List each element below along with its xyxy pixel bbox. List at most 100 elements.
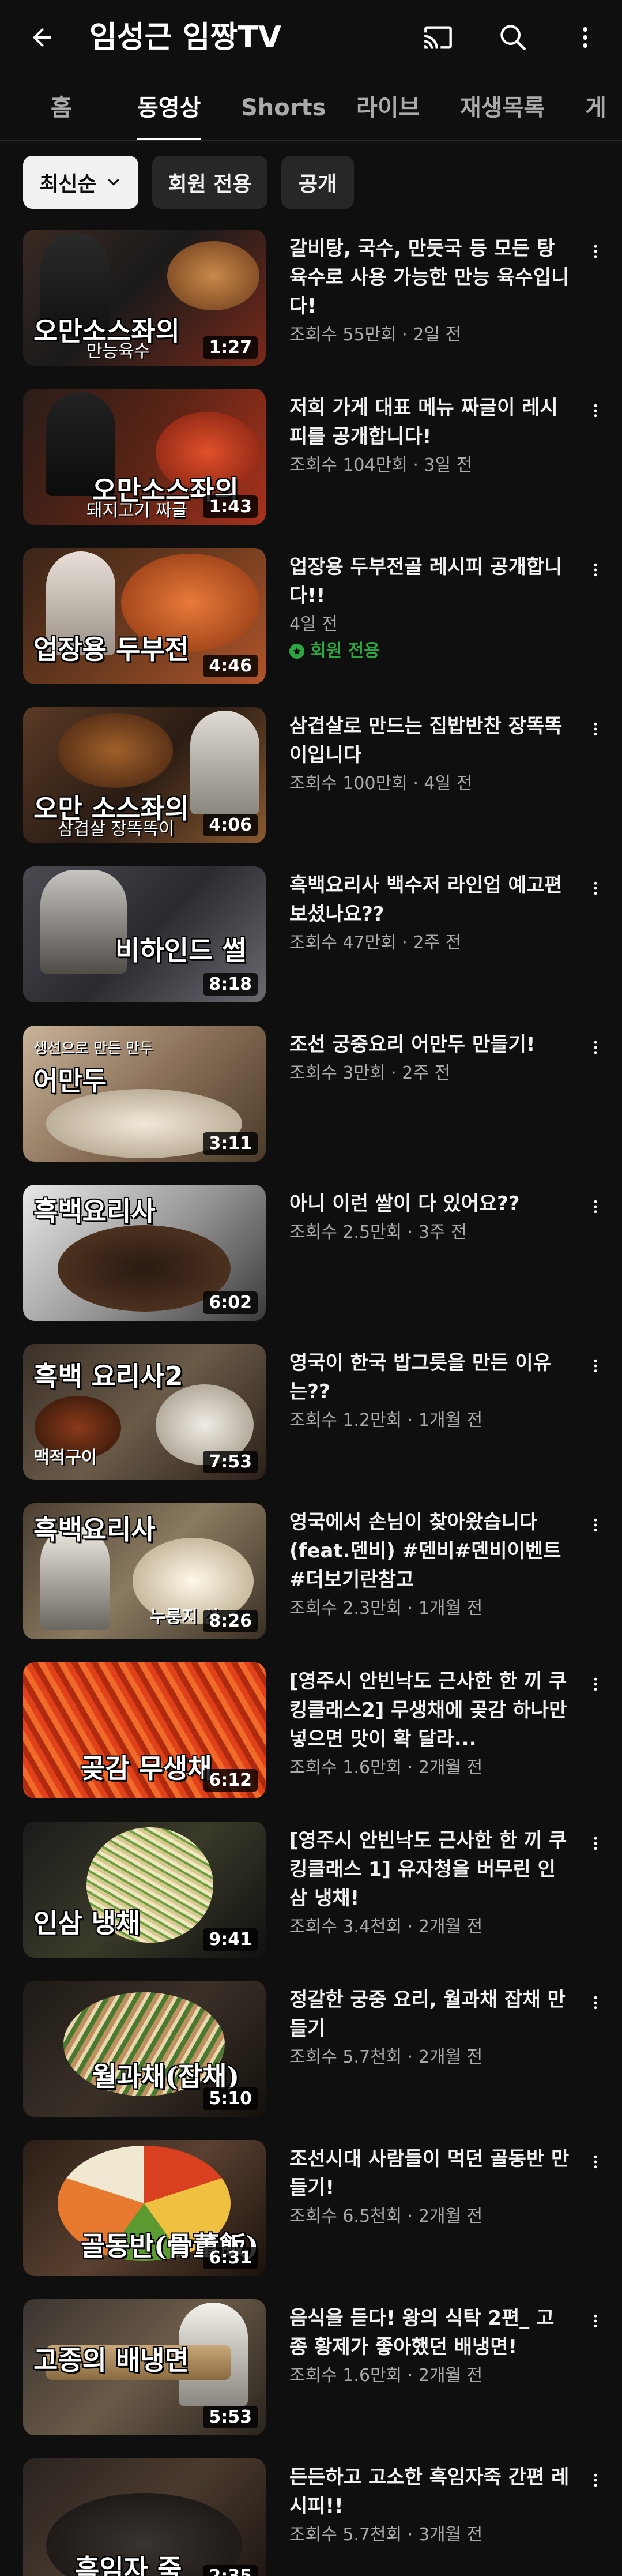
members-star-icon [289,644,304,659]
more-vert-icon[interactable] [584,553,607,587]
back-arrow-icon[interactable] [22,17,62,58]
video-title[interactable]: 영국에서 손님이 찾아왔습니다(feat.덴비) #덴비#덴비이벤트#더보기란참… [289,1508,572,1594]
video-stats: 조회수 47만회 · 2주 전 [289,933,462,953]
video-title[interactable]: 저희 가게 대표 메뉴 짜글이 레시피를 공개합니다! [289,393,572,451]
search-icon[interactable] [493,17,533,58]
video-item[interactable]: 업장용 두부전 4:46 업장용 두부전골 레시피 공개합니다!! 4일 전 회… [0,548,622,686]
video-item[interactable]: 고종의 배냉면 5:53 음식을 듣다! 왕의 식탁 2편_ 고종 황제가 좋아… [0,2299,622,2438]
more-vert-icon[interactable] [584,1349,607,1383]
video-item[interactable]: 흑백요리사 누룽지 삼 8:26 영국에서 손님이 찾아왔습니다(feat.덴비… [0,1503,622,1642]
video-title[interactable]: [영주시 안빈낙도 근사한 한 끼 쿠킹클래스2] 무생채에 곶감 하나만 넣으… [289,1667,572,1753]
video-stats: 조회수 6.5천회 · 2개월 전 [289,2206,483,2226]
tab-community[interactable]: 게 [585,75,606,140]
video-title[interactable]: 영국이 한국 밥그릇을 만든 이유는?? [289,1349,572,1406]
video-thumbnail[interactable]: 흑백요리사 누룽지 삼 8:26 [23,1503,266,1639]
more-vert-icon[interactable] [565,17,605,58]
duration-badge: 1:43 [203,495,258,518]
video-thumbnail[interactable]: 업장용 두부전 4:46 [23,548,266,684]
video-item[interactable]: 골동반(骨董飯) 6:31 조선시대 사람들이 먹던 골동반 만들기! 조회수 … [0,2140,622,2278]
video-item[interactable]: 오만소스좌의 돼지고기 짜글 1:43 저희 가게 대표 메뉴 짜글이 레시피를… [0,389,622,527]
tab-live[interactable]: 라이브 [356,75,420,140]
thumbnail-caption: 곶감 무생채 [81,1753,212,1784]
duration-badge: 1:27 [203,336,258,359]
video-item[interactable]: 월과채(잡채) 5:10 정갈한 궁중 요리, 월과채 잡채 만들기 조회수 5… [0,1981,622,2119]
video-stats: 조회수 5.7천회 · 2개월 전 [289,2047,483,2067]
thumbnail-subcaption: 만능육수 [86,341,150,362]
video-thumbnail[interactable]: 흑백 요리사2 맥적구이 7:53 [23,1344,266,1480]
cast-icon[interactable] [418,17,458,58]
video-title[interactable]: 음식을 듣다! 왕의 식탁 2편_ 고종 황제가 좋아했던 배냉면! [289,2304,572,2361]
duration-badge: 6:31 [203,2247,258,2269]
video-title[interactable]: 업장용 두부전골 레시피 공개합니다!! [289,553,572,610]
video-item[interactable]: 어만두 생선으로 만든 만두 3:11 조선 궁중요리 어만두 만들기! 조회수… [0,1026,622,1164]
thumbnail-caption: 흑백 요리사2 [33,1361,183,1392]
duration-badge: 6:02 [203,1291,258,1314]
video-stats: 조회수 3.4천회 · 2개월 전 [289,1917,483,1937]
video-title[interactable]: 갈비탕, 국수, 만둣국 등 모든 탕 육수로 사용 가능한 만능 육수입니다! [289,234,572,321]
chip-latest[interactable]: 최신순 [23,156,138,209]
video-title[interactable]: 조선 궁중요리 어만두 만들기! [289,1030,572,1059]
more-vert-icon[interactable] [584,1826,607,1861]
video-thumbnail[interactable]: 인삼 냉채 9:41 [23,1822,266,1958]
thumbnail-caption: 고종의 배냉면 [33,2345,189,2376]
more-vert-icon[interactable] [584,712,607,746]
more-vert-icon[interactable] [584,1985,607,2020]
video-stats: 조회수 1.6만회 · 2개월 전 [289,2365,483,2386]
video-thumbnail[interactable]: 흑백요리사 6:02 [23,1185,266,1321]
video-thumbnail[interactable]: 고종의 배냉면 5:53 [23,2299,266,2435]
more-vert-icon[interactable] [584,2145,607,2179]
thumbnail-caption: 어만두 [33,1065,107,1097]
video-stats: 조회수 5.7천회 · 3개월 전 [289,2525,483,2545]
video-item[interactable]: 곶감 무생채 6:12 [영주시 안빈낙도 근사한 한 끼 쿠킹클래스2] 무생… [0,1662,622,1801]
chevron-down-icon [105,174,122,191]
video-thumbnail[interactable]: 오만소스좌의 돼지고기 짜글 1:43 [23,389,266,525]
tab-shorts[interactable]: Shorts [241,75,326,140]
tab-videos[interactable]: 동영상 [137,75,201,140]
more-vert-icon[interactable] [584,1030,607,1065]
tab-home[interactable]: 홈 [51,75,72,140]
video-item[interactable]: 흑백 요리사2 맥적구이 7:53 영국이 한국 밥그릇을 만든 이유는?? 조… [0,1344,622,1482]
chip-public[interactable]: 공개 [281,156,354,209]
video-thumbnail[interactable]: 골동반(骨董飯) 6:31 [23,2140,266,2276]
more-vert-icon[interactable] [584,871,607,906]
video-title[interactable]: 든든하고 고소한 흑임자죽 간편 레시피!! [289,2463,572,2521]
chip-members-only[interactable]: 회원 전용 [152,156,267,209]
tab-playlists[interactable]: 재생목록 [460,75,545,140]
filter-chips: 최신순 회원 전용 공개 [0,156,622,209]
more-vert-icon[interactable] [584,2304,607,2338]
video-item[interactable]: 흑백요리사 6:02 아니 이런 쌀이 다 있어요?? 조회수 2.5만회 · … [0,1185,622,1323]
video-stats: 4일 전 [289,614,338,634]
more-vert-icon[interactable] [584,1667,607,1702]
more-vert-icon[interactable] [584,1508,607,1542]
video-thumbnail[interactable]: 곶감 무생채 6:12 [23,1662,266,1798]
video-item[interactable]: 오만소스좌의 만능육수 1:27 갈비탕, 국수, 만둣국 등 모든 탕 육수로… [0,230,622,368]
video-item[interactable]: 오만 소스좌의 삼겹살 장똑똑이 4:06 삼겹살로 만드는 집밥반찬 장똑똑이… [0,707,622,846]
video-thumbnail[interactable]: 월과채(잡채) 5:10 [23,1981,266,2117]
duration-badge: 3:11 [203,1132,258,1155]
more-vert-icon[interactable] [584,234,607,269]
more-vert-icon[interactable] [584,393,607,428]
video-thumbnail[interactable]: 비하인드 썰 8:18 [23,866,266,1002]
video-title[interactable]: 흑백요리사 백수저 라인업 예고편 보셨나요?? [289,871,572,929]
video-thumbnail[interactable]: 오만 소스좌의 삼겹살 장똑똑이 4:06 [23,707,266,843]
video-stats: 조회수 104만회 · 3일 전 [289,455,473,475]
video-thumbnail[interactable]: 어만두 생선으로 만든 만두 3:11 [23,1026,266,1162]
video-title[interactable]: 정갈한 궁중 요리, 월과채 잡채 만들기 [289,1985,572,2043]
members-only-label: 회원 전용 [310,641,380,661]
video-stats: 조회수 1.6만회 · 2개월 전 [289,1758,483,1778]
video-item[interactable]: 흑임자 죽 2:35 든든하고 고소한 흑임자죽 간편 레시피!! 조회수 5.… [0,2458,622,2576]
duration-badge: 5:53 [203,2406,258,2428]
video-title[interactable]: 아니 이런 쌀이 다 있어요?? [289,1189,572,1218]
video-thumbnail[interactable]: 흑임자 죽 2:35 [23,2458,266,2576]
thumbnail-subcaption: 맥적구이 [33,1448,97,1468]
duration-badge: 9:41 [203,1928,258,1951]
video-thumbnail[interactable]: 오만소스좌의 만능육수 1:27 [23,230,266,366]
more-vert-icon[interactable] [584,2463,607,2498]
video-item[interactable]: 비하인드 썰 8:18 흑백요리사 백수저 라인업 예고편 보셨나요?? 조회수… [0,866,622,1005]
video-title[interactable]: [영주시 안빈낙도 근사한 한 끼 쿠킹클래스 1] 유자청을 버무린 인삼 냉… [289,1826,572,1913]
video-item[interactable]: 인삼 냉채 9:41 [영주시 안빈낙도 근사한 한 끼 쿠킹클래스 1] 유자… [0,1822,622,1960]
video-title[interactable]: 조선시대 사람들이 먹던 골동반 만들기! [289,2145,572,2202]
video-title[interactable]: 삼겹살로 만드는 집밥반찬 장똑똑이입니다 [289,712,572,769]
more-vert-icon[interactable] [584,1189,607,1224]
thumbnail-subcaption: 돼지고기 짜글 [86,501,188,521]
